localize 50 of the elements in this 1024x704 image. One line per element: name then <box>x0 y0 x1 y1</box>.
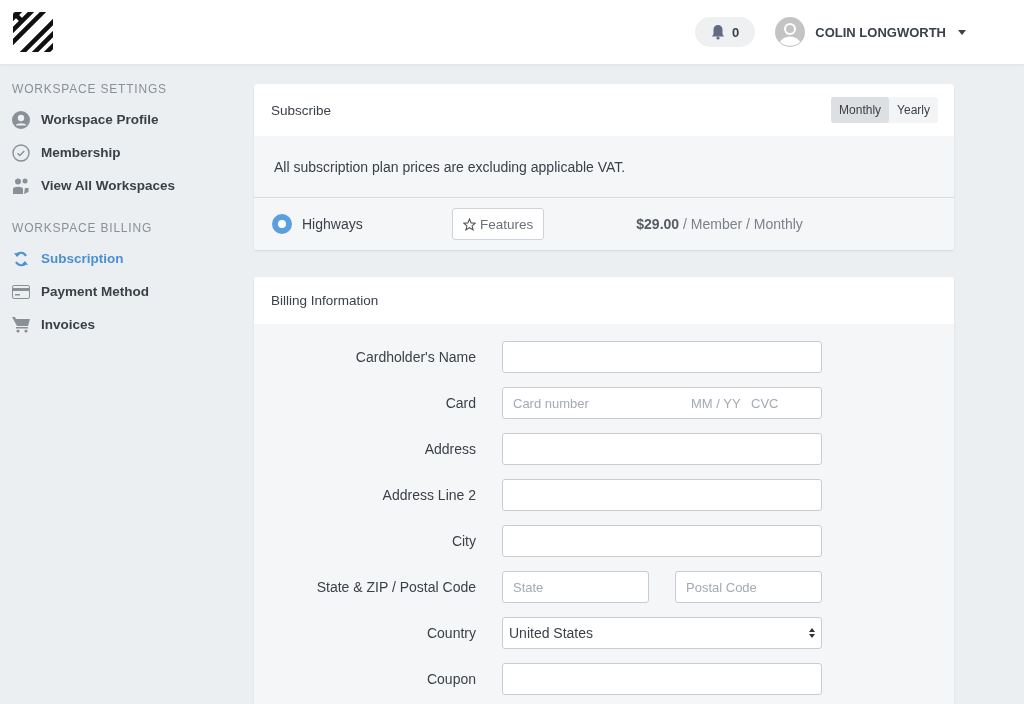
panel-title: Subscribe <box>271 102 332 118</box>
period-tab[interactable]: Monthly <box>831 97 890 123</box>
field-label: Address <box>423 441 476 457</box>
sidebar-item[interactable]: View All Workspaces <box>12 169 254 202</box>
caret-icon <box>958 29 966 35</box>
card-number-input[interactable]: Card number <box>513 395 683 411</box>
user-menu[interactable]: COLIN LONGWORTH <box>775 17 966 47</box>
people-icon <box>12 176 30 195</box>
sidebar-item[interactable]: Payment Method <box>12 275 254 308</box>
plan-price: $29.00 / Member / Monthly <box>636 216 803 232</box>
credit-card-icon <box>12 284 30 299</box>
section-heading: WORKSPACE BILLING <box>12 221 154 237</box>
text-field[interactable] <box>502 433 822 465</box>
sidebar-item[interactable]: Invoices <box>12 308 254 341</box>
avatar-icon <box>775 17 806 47</box>
text-field[interactable]: State <box>502 571 649 603</box>
panel-title: Billing Information <box>271 293 379 308</box>
text-field[interactable] <box>502 479 822 511</box>
sidebar-item[interactable]: Membership <box>12 136 254 169</box>
plan-name: Highways <box>302 216 364 232</box>
field-label: Cardholder's Name <box>354 349 476 365</box>
cvc-input[interactable]: CVC <box>751 395 791 411</box>
field-label: City <box>450 533 476 549</box>
text-field[interactable]: Postal Code <box>675 571 822 603</box>
person-icon <box>12 110 30 129</box>
star-icon <box>463 217 476 231</box>
field-label: Address Line 2 <box>381 487 476 503</box>
text-field[interactable] <box>502 341 822 373</box>
field-label: Coupon <box>425 671 476 687</box>
sidebar-item[interactable]: Workspace Profile <box>12 103 254 136</box>
section-heading: WORKSPACE SETTINGS <box>12 82 168 98</box>
text-field[interactable] <box>502 525 822 557</box>
country-select[interactable]: United States <box>502 617 822 649</box>
card-field[interactable]: Card number MM / YY CVC <box>502 387 822 419</box>
field-label: Country <box>425 625 476 641</box>
cart-icon <box>12 316 30 333</box>
plan-radio[interactable] <box>272 214 292 234</box>
sort-arrows-icon <box>809 628 815 638</box>
sync-icon <box>12 249 30 268</box>
check-circle-icon <box>12 143 30 162</box>
notifications-button[interactable]: 0 <box>695 17 756 47</box>
features-button[interactable]: Features <box>452 208 545 240</box>
text-field[interactable] <box>502 663 822 695</box>
logo-icon[interactable] <box>13 12 53 52</box>
bell-icon <box>711 24 726 40</box>
expiry-input[interactable]: MM / YY <box>691 395 743 411</box>
vat-notice: All subscription plan prices are excluding applicable VAT. <box>254 136 954 197</box>
period-tab[interactable]: Yearly <box>889 97 938 123</box>
field-label: State & ZIP / Postal Code <box>315 579 476 595</box>
field-label: Card <box>444 395 476 411</box>
